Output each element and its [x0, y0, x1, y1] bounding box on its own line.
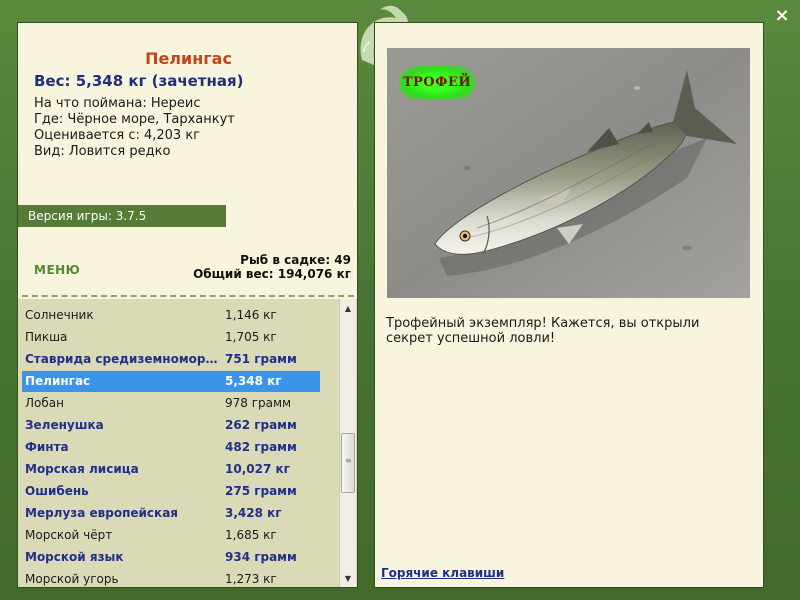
- list-item[interactable]: Мерлуза европейская 3,428 кг: [22, 503, 320, 524]
- rarity-info: Вид: Ловится редко: [34, 144, 171, 159]
- list-item-weight: 275 грамм: [225, 484, 297, 498]
- list-item-name: Финта: [25, 440, 69, 454]
- list-item[interactable]: Морской язык 934 грамм: [22, 547, 320, 568]
- close-button[interactable]: ×: [772, 6, 792, 26]
- bait-info: На что поймана: Нереис: [34, 96, 201, 111]
- separator: [22, 295, 354, 297]
- list-item[interactable]: Солнечник 1,146 кг: [22, 305, 320, 326]
- list-item-weight: 482 грамм: [225, 440, 297, 454]
- list-scrollbar[interactable]: ▲ ≡ ▼: [339, 299, 356, 587]
- fish-weight: Вес: 5,348 кг (зачетная): [34, 72, 244, 90]
- list-item-weight: 1,705 кг: [225, 330, 277, 344]
- trophy-badge: ТРОФЕЙ: [399, 66, 475, 100]
- list-item[interactable]: Морской угорь 1,273 кг: [22, 569, 320, 587]
- menu-button[interactable]: МЕНЮ: [34, 263, 80, 277]
- list-item-name: Морской угорь: [25, 572, 119, 586]
- list-item[interactable]: Пикша 1,705 кг: [22, 327, 320, 348]
- list-item[interactable]: Пелингас 5,348 кг: [22, 371, 320, 392]
- list-item-weight: 5,348 кг: [225, 374, 282, 388]
- location-info: Где: Чёрное море, Тарханкут: [34, 112, 235, 127]
- list-item-name: Мерлуза европейская: [25, 506, 178, 520]
- scroll-up-arrow-icon[interactable]: ▲: [340, 301, 356, 317]
- list-item-weight: 978 грамм: [225, 396, 292, 410]
- list-item-weight: 10,027 кг: [225, 462, 290, 476]
- scroll-thumb[interactable]: ≡: [341, 433, 355, 493]
- list-item-name: Морской язык: [25, 550, 124, 564]
- catch-description: Трофейный экземпляр! Кажется, вы открыли…: [386, 316, 700, 346]
- list-item-weight: 1,273 кг: [225, 572, 277, 586]
- fish-info-panel: Пелингас Вес: 5,348 кг (зачетная) На что…: [17, 22, 358, 588]
- list-item-name: Лобан: [25, 396, 64, 410]
- list-item-weight: 1,146 кг: [225, 308, 277, 322]
- list-item-weight: 1,685 кг: [225, 528, 277, 542]
- total-weight: Общий вес: 194,076 кг: [193, 267, 351, 281]
- list-item-name: Морская лисица: [25, 462, 139, 476]
- list-item[interactable]: Ставрида средиземноморская 751 грамм: [22, 349, 320, 370]
- list-item-name: Солнечник: [25, 308, 94, 322]
- list-item-name: Ошибень: [25, 484, 89, 498]
- valuation-info: Оценивается с: 4,203 кг: [34, 128, 201, 143]
- list-item-weight: 3,428 кг: [225, 506, 282, 520]
- list-item[interactable]: Морской чёрт 1,685 кг: [22, 525, 320, 546]
- close-icon: ×: [774, 5, 790, 26]
- list-item-name: Пикша: [25, 330, 68, 344]
- catch-list[interactable]: Солнечник 1,146 кг Пикша 1,705 кг Ставрида с…: [18, 299, 357, 587]
- list-item[interactable]: Ошибень 275 грамм: [22, 481, 320, 502]
- list-item[interactable]: Лобан 978 грамм: [22, 393, 320, 414]
- list-item-name: Зеленушка: [25, 418, 104, 432]
- fish-photo-panel: ТРОФЕЙ Трофейный экземпляр! Кажется, вы …: [374, 22, 764, 588]
- hotkeys-link[interactable]: Горячие клавиши: [381, 566, 504, 580]
- list-item[interactable]: Финта 482 грамм: [22, 437, 320, 458]
- list-item-name: Морской чёрт: [25, 528, 113, 542]
- list-item-name: Пелингас: [25, 374, 91, 388]
- list-item-weight: 262 грамм: [225, 418, 297, 432]
- list-item-weight: 751 грамм: [225, 352, 297, 366]
- list-item-name: Ставрида средиземноморская: [25, 352, 221, 366]
- list-item[interactable]: Морская лисица 10,027 кг: [22, 459, 320, 480]
- version-bar: Версия игры: 3.7.5: [18, 205, 226, 227]
- keepnet-count: Рыб в садке: 49: [240, 253, 351, 267]
- list-item-weight: 934 грамм: [225, 550, 297, 564]
- fish-name: Пелингас: [145, 49, 232, 68]
- list-item[interactable]: Зеленушка 262 грамм: [22, 415, 320, 436]
- scroll-grip-icon: ≡: [345, 456, 352, 465]
- scroll-down-arrow-icon[interactable]: ▼: [340, 571, 356, 587]
